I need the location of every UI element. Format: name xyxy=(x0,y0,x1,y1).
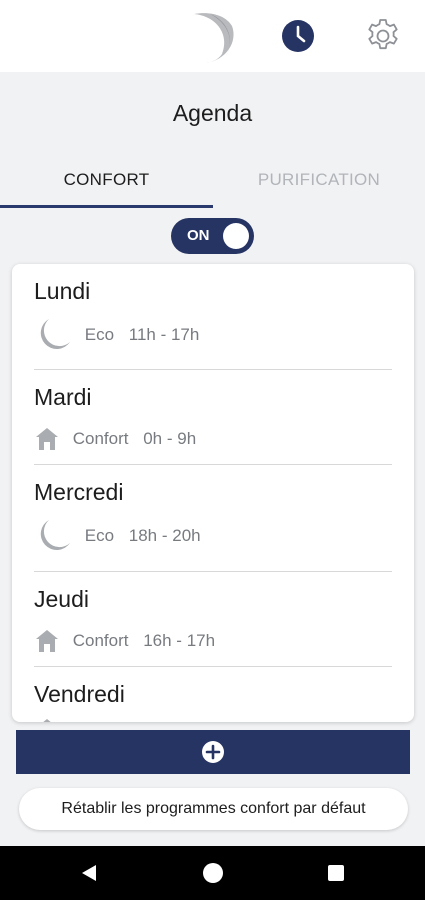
toggle-knob xyxy=(223,223,249,249)
house-icon xyxy=(36,428,58,450)
house-icon xyxy=(36,630,58,652)
day-name: Mardi xyxy=(34,384,92,410)
day-program: Confort 16h - 17h xyxy=(34,628,215,654)
hours-label: 11h - 17h xyxy=(128,325,200,344)
mode-label: Eco xyxy=(84,526,115,545)
day-schedule-list: Lundi Eco 11h - 17h Mardi Confort 0h - 9… xyxy=(12,264,414,722)
mode-label: Eco xyxy=(84,325,115,344)
day-name: Lundi xyxy=(34,278,91,304)
gear-icon[interactable] xyxy=(363,16,403,56)
day-name: Vendredi xyxy=(34,681,125,707)
house-icon xyxy=(43,719,51,722)
add-program-button[interactable] xyxy=(16,730,410,774)
day-program xyxy=(34,717,60,722)
plus-circle-icon xyxy=(202,741,224,763)
home-icon[interactable] xyxy=(203,863,223,883)
moon-icon xyxy=(40,520,70,550)
day-item-mardi[interactable]: Mardi Confort 0h - 9h xyxy=(34,370,392,465)
back-icon[interactable] xyxy=(80,864,98,882)
day-name: Mercredi xyxy=(34,479,124,505)
clock-icon[interactable] xyxy=(280,18,316,54)
recent-apps-icon[interactable] xyxy=(328,865,344,881)
mode-label: Confort xyxy=(72,631,129,650)
day-program: Confort 0h - 9h xyxy=(34,426,196,452)
hours-label: 0h - 9h xyxy=(143,429,197,448)
day-name: Jeudi xyxy=(34,586,89,612)
day-item-mercredi[interactable]: Mercredi Eco 18h - 20h xyxy=(34,465,392,572)
day-item-lundi[interactable]: Lundi Eco 11h - 17h xyxy=(34,264,392,370)
moon-icon xyxy=(40,319,70,349)
system-nav-bar xyxy=(0,846,425,900)
day-program: Eco 11h - 17h xyxy=(34,316,199,354)
day-program: Eco 18h - 20h xyxy=(34,517,201,555)
page-title: Agenda xyxy=(172,100,253,126)
mode-label: Confort xyxy=(72,429,129,448)
tab-purification[interactable]: PURIFICATION xyxy=(213,160,425,208)
mode-tabs: CONFORT PURIFICATION xyxy=(0,160,425,208)
day-item-jeudi[interactable]: Jeudi Confort 16h - 17h xyxy=(34,572,392,667)
day-item-vendredi[interactable]: Vendredi xyxy=(34,667,392,722)
hours-label: 18h - 20h xyxy=(128,526,201,545)
schedule-toggle[interactable]: ON xyxy=(171,218,254,254)
top-bar xyxy=(0,0,425,72)
tab-confort[interactable]: CONFORT xyxy=(0,160,213,208)
reset-defaults-button[interactable]: Rétablir les programmes confort par défa… xyxy=(19,788,408,830)
hours-label: 16h - 17h xyxy=(143,631,216,650)
toggle-label: ON xyxy=(187,227,210,244)
crescent-logo-icon xyxy=(194,13,234,63)
